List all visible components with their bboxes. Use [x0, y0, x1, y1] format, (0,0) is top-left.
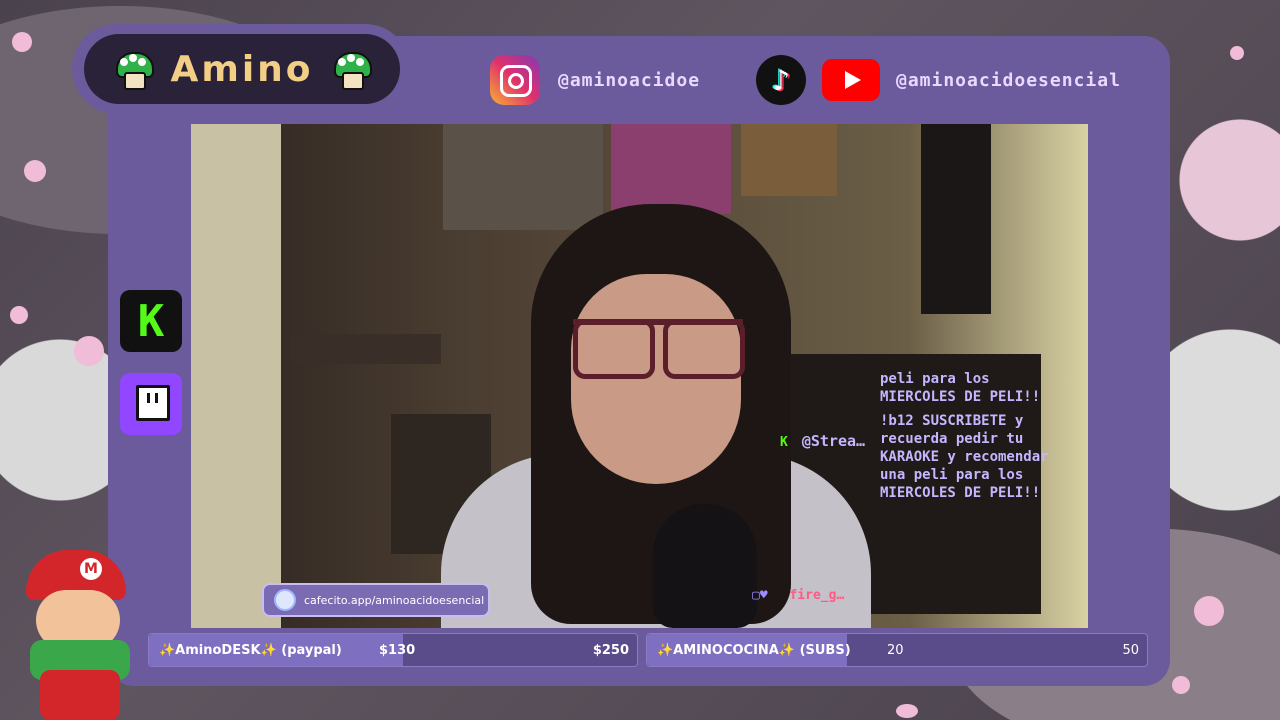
- video-person-face: [571, 274, 741, 484]
- goal-current: $130: [379, 643, 416, 658]
- tiktok-youtube-handle: @aminoacidoesencial: [896, 69, 1121, 91]
- goal-target: $250: [592, 643, 629, 658]
- coffee-icon: [274, 589, 296, 611]
- goal-label: ✨AminoDESK✨ (paypal): [159, 643, 342, 658]
- video-poster: [443, 124, 603, 230]
- mushroom-icon: [332, 50, 372, 90]
- goal-label: ✨AMINOCOCINA✨ (SUBS): [657, 643, 851, 658]
- chat-username: ▢♥ fire_g…: [752, 588, 845, 603]
- decor-dot: [896, 704, 918, 718]
- cafecito-link[interactable]: cafecito.app/aminoacidoesencial: [262, 583, 490, 617]
- decor-dot: [1194, 596, 1224, 626]
- kick-icon[interactable]: K: [120, 290, 182, 352]
- instagram-icon: [490, 55, 540, 105]
- video-poster: [611, 124, 731, 214]
- video-person-glasses: [573, 319, 745, 379]
- goal-bar-paypal: ✨AminoDESK✨ (paypal) $130 $250: [148, 633, 638, 667]
- chat-message: !b12 SUSCRIBETE y recuerda pedir tu KARA…: [880, 413, 1049, 501]
- chat-username: K @Strea…: [780, 432, 866, 450]
- cafecito-url: cafecito.app/aminoacidoesencial: [304, 593, 485, 607]
- instagram-link[interactable]: @aminoacidoe: [490, 55, 700, 105]
- video-shelf: [291, 334, 441, 364]
- mushroom-icon: [114, 50, 155, 90]
- decor-dot: [24, 160, 46, 182]
- chat-messages: peli para los MIERCOLES DE PELI!! !b12 S…: [880, 370, 1070, 502]
- decor-dot: [12, 32, 32, 52]
- tiktok-youtube-link[interactable]: ♪ @aminoacidoesencial: [756, 55, 1121, 105]
- video-wall: [191, 124, 281, 628]
- video-guitar-case: [921, 124, 991, 314]
- goal-current: 20: [887, 643, 904, 658]
- goal-bar-subs: ✨AMINOCOCINA✨ (SUBS) 20 50: [646, 633, 1148, 667]
- decor-dot: [1230, 46, 1244, 60]
- tiktok-icon: ♪: [756, 55, 806, 105]
- youtube-icon: [822, 59, 880, 101]
- badge-icon: ▢♥: [752, 588, 768, 603]
- video-microphone: [653, 504, 757, 628]
- chat-message: peli para los MIERCOLES DE PELI!!: [880, 371, 1041, 405]
- decor-dot: [10, 306, 28, 324]
- instagram-handle: @aminoacidoe: [558, 69, 701, 91]
- logo-banner: Amino: [84, 34, 400, 104]
- video-poster: [741, 124, 837, 196]
- kick-icon: K: [780, 435, 788, 450]
- goal-target: 50: [1122, 643, 1139, 658]
- twitch-icon[interactable]: [120, 373, 182, 435]
- decor-dot: [74, 336, 104, 366]
- channel-title: Amino: [170, 48, 314, 90]
- mario-character: M: [20, 550, 140, 720]
- decor-dot: [1172, 676, 1190, 694]
